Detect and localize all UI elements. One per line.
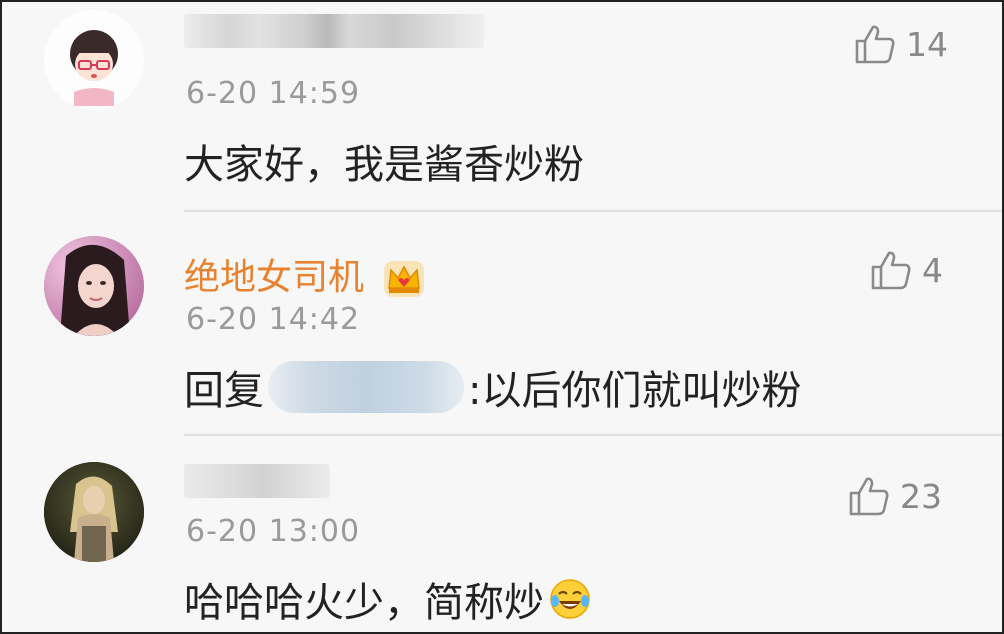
username-blurred	[184, 14, 484, 48]
crown-icon	[384, 261, 425, 297]
username[interactable]: 绝地女司机	[184, 248, 427, 300]
divider	[184, 434, 1002, 436]
comment-timestamp: 6-20 14:59	[186, 76, 361, 111]
comment-timestamp: 6-20 13:00	[186, 514, 361, 549]
comment-text: 回复 :以后你们就叫炒粉	[184, 358, 801, 416]
comment-item: 6-20 14:59 大家好，我是酱香炒粉 14	[2, 2, 1002, 212]
thumbs-up-icon	[855, 25, 895, 64]
comment-body: :以后你们就叫炒粉	[468, 368, 802, 414]
username-blurred	[184, 464, 330, 498]
avatar[interactable]	[44, 10, 144, 110]
mention-blurred[interactable]	[268, 361, 464, 413]
comment-text: 大家好，我是酱香炒粉	[184, 132, 584, 190]
like-button[interactable]: 23	[848, 476, 942, 516]
photo-avatar	[44, 462, 144, 562]
like-count: 4	[922, 250, 943, 290]
thumbs-up-icon	[871, 251, 911, 290]
username-text: 绝地女司机	[184, 257, 365, 298]
comment-list: 6-20 14:59 大家好，我是酱香炒粉 14 绝地女司机 6-20 14:4…	[0, 0, 1004, 634]
avatar[interactable]	[44, 462, 144, 562]
comment-item: 6-20 13:00 哈哈哈火少，简称炒 23	[2, 438, 1002, 632]
comment-body: 哈哈哈火少，简称炒	[184, 580, 544, 626]
comment-body: 大家好，我是酱香炒粉	[184, 142, 584, 188]
like-count: 14	[906, 24, 948, 64]
comment-timestamp: 6-20 14:42	[186, 302, 361, 337]
divider	[184, 210, 1002, 212]
comment-item: 绝地女司机 6-20 14:42 回复 :以后你们就叫炒粉 4	[2, 214, 1002, 436]
thumbs-up-icon	[849, 477, 889, 516]
photo-avatar	[44, 236, 144, 336]
reply-prefix: 回复	[184, 368, 264, 414]
like-button[interactable]: 14	[854, 24, 948, 64]
comment-text: 哈哈哈火少，简称炒	[184, 570, 592, 628]
like-button[interactable]: 4	[870, 250, 943, 290]
laughing-tears-emoji-icon	[550, 579, 590, 619]
avatar[interactable]	[44, 236, 144, 336]
like-count: 23	[900, 476, 942, 516]
cartoon-girl-avatar	[44, 10, 144, 110]
